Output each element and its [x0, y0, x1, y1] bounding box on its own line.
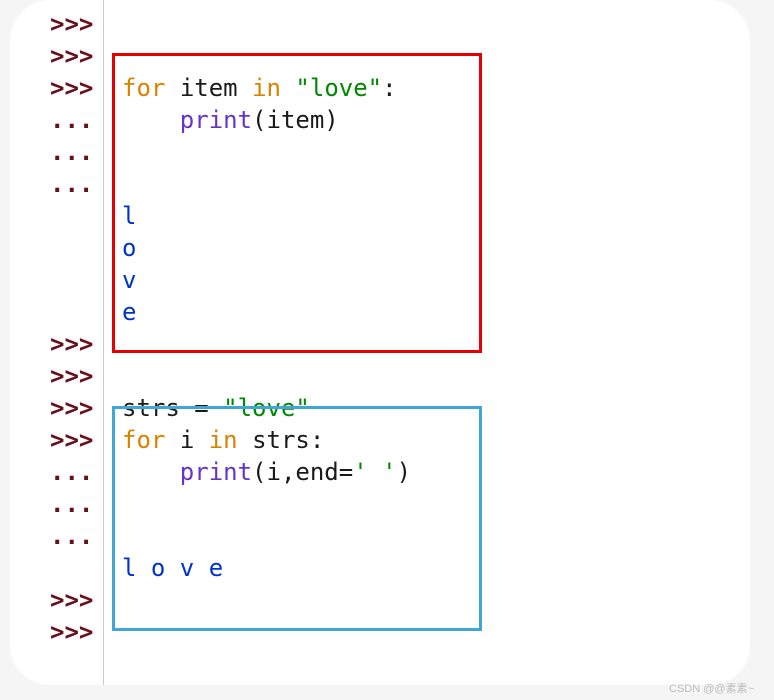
paren-close: ) — [397, 458, 411, 486]
comma: , — [281, 458, 295, 486]
code-empty — [112, 8, 122, 40]
keyword-for: for — [122, 426, 165, 454]
keyword-in: in — [252, 74, 281, 102]
prompt-empty — [50, 552, 112, 584]
function-print: print — [180, 106, 252, 134]
code-empty — [112, 136, 122, 168]
print-statement: print(i,end=' ') — [112, 456, 411, 488]
colon: : — [382, 74, 396, 102]
paren-open: ( — [252, 458, 266, 486]
keyword-in: in — [209, 426, 238, 454]
code-line: >>> strs = "love" — [50, 392, 750, 424]
paren-open: ( — [252, 106, 266, 134]
prompt-line: >>> — [50, 8, 750, 40]
output-char: v — [112, 264, 136, 296]
code-line: >>> for item in "love": — [50, 72, 750, 104]
variable-strs: strs — [122, 394, 180, 422]
colon: : — [310, 426, 324, 454]
output-line: l o v e — [50, 552, 750, 584]
code-empty — [112, 360, 122, 392]
prompt-primary: >>> — [50, 424, 112, 456]
paren-close: ) — [324, 106, 338, 134]
watermark-text: CSDN @@素素~ — [669, 680, 754, 696]
code-line: >>> for i in strs: — [50, 424, 750, 456]
variable-item: item — [180, 74, 238, 102]
prompt-line: >>> — [50, 616, 750, 648]
output-line: v — [50, 264, 750, 296]
argument: item — [267, 106, 325, 134]
for-statement: for item in "love": — [112, 72, 397, 104]
prompt-primary: >>> — [50, 584, 112, 616]
prompt-primary: >>> — [50, 360, 112, 392]
output-char: l — [112, 200, 136, 232]
code-line: ... print(item) — [50, 104, 750, 136]
prompt-continuation: ... — [50, 136, 112, 168]
prompt-line: ... — [50, 136, 750, 168]
prompt-empty — [50, 232, 112, 264]
variable-i: i — [180, 426, 194, 454]
output-text: l o v e — [112, 552, 223, 584]
prompt-continuation: ... — [50, 168, 112, 200]
prompt-line: ... — [50, 488, 750, 520]
code-area: >>> >>> >>> for item in "love": ... prin… — [10, 8, 750, 648]
output-line: l — [50, 200, 750, 232]
code-empty — [112, 616, 122, 648]
prompt-line: ... — [50, 168, 750, 200]
code-window: >>> >>> >>> for item in "love": ... prin… — [10, 0, 750, 685]
code-line: ... print(i,end=' ') — [50, 456, 750, 488]
prompt-line: >>> — [50, 360, 750, 392]
prompt-continuation: ... — [50, 520, 112, 552]
prompt-primary: >>> — [50, 616, 112, 648]
string-literal: ' ' — [353, 458, 396, 486]
print-statement: print(item) — [112, 104, 339, 136]
equals: = — [339, 458, 353, 486]
prompt-primary: >>> — [50, 392, 112, 424]
prompt-empty — [50, 200, 112, 232]
code-empty — [112, 168, 122, 200]
prompt-primary: >>> — [50, 8, 112, 40]
output-line: e — [50, 296, 750, 328]
prompt-line: >>> — [50, 40, 750, 72]
indent — [122, 106, 180, 134]
prompt-primary: >>> — [50, 40, 112, 72]
code-empty — [112, 328, 122, 360]
prompt-primary: >>> — [50, 72, 112, 104]
argument-i: i — [267, 458, 281, 486]
keyword-for: for — [122, 74, 165, 102]
equals: = — [180, 394, 223, 422]
prompt-empty — [50, 264, 112, 296]
indent — [122, 458, 180, 486]
prompt-line: ... — [50, 520, 750, 552]
prompt-continuation: ... — [50, 488, 112, 520]
function-print: print — [180, 458, 252, 486]
prompt-continuation: ... — [50, 104, 112, 136]
prompt-line: >>> — [50, 328, 750, 360]
for-statement: for i in strs: — [112, 424, 324, 456]
prompt-primary: >>> — [50, 328, 112, 360]
string-literal: "love" — [295, 74, 382, 102]
prompt-continuation: ... — [50, 456, 112, 488]
string-literal: "love" — [223, 394, 310, 422]
output-char: e — [112, 296, 136, 328]
kwarg-end: end — [295, 458, 338, 486]
prompt-empty — [50, 296, 112, 328]
code-empty — [112, 520, 122, 552]
prompt-line: >>> — [50, 584, 750, 616]
output-char: o — [112, 232, 136, 264]
assignment-statement: strs = "love" — [112, 392, 310, 424]
output-line: o — [50, 232, 750, 264]
variable-strs: strs — [252, 426, 310, 454]
code-empty — [112, 488, 122, 520]
code-empty — [112, 40, 122, 72]
code-empty — [112, 584, 122, 616]
